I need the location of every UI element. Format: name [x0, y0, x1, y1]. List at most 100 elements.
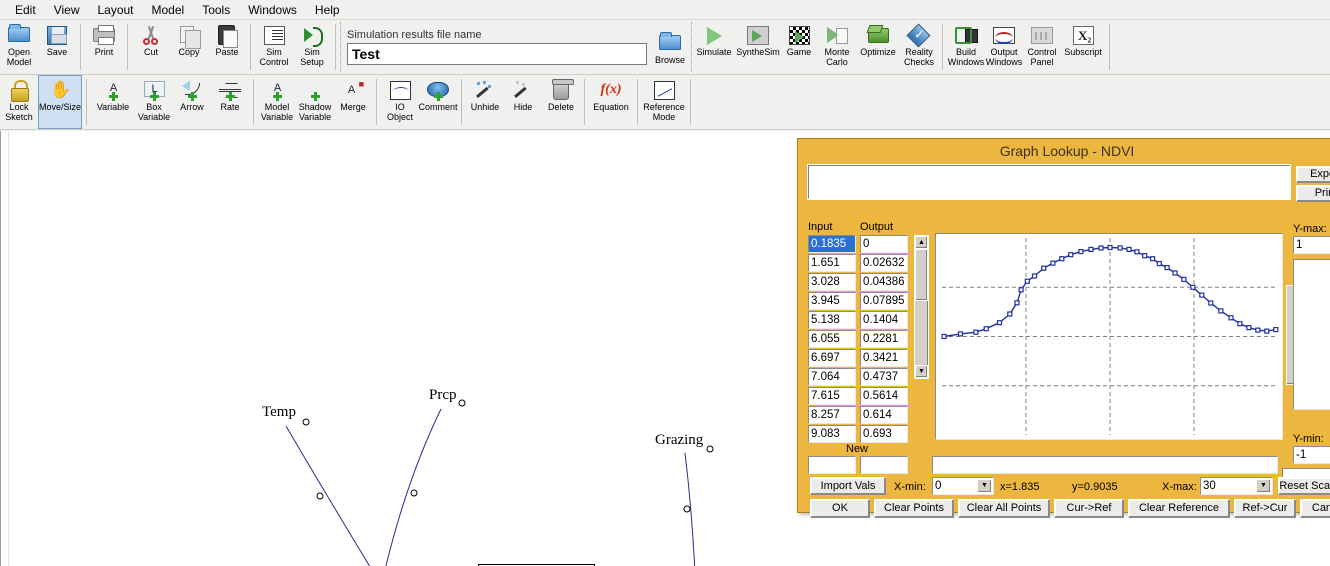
- table-row[interactable]: 7.064: [808, 368, 856, 386]
- data-point[interactable]: [1107, 244, 1113, 251]
- scissors-button[interactable]: Cut: [132, 20, 170, 74]
- table-row[interactable]: 0.2281: [860, 330, 908, 348]
- data-point[interactable]: [1255, 327, 1261, 333]
- chevron-down-icon[interactable]: ▼: [1256, 479, 1271, 493]
- menu-item-layout[interactable]: Layout: [88, 1, 142, 19]
- print-button[interactable]: Print: [1296, 185, 1330, 202]
- model-variable-button[interactable]: A Model Variable: [258, 75, 296, 129]
- menu-item-edit[interactable]: Edit: [6, 1, 45, 19]
- menu-item-help[interactable]: Help: [306, 1, 349, 19]
- optimize-button[interactable]: Optimize: [856, 20, 900, 74]
- rate-button[interactable]: Rate: [211, 75, 249, 129]
- data-point[interactable]: [1228, 315, 1234, 321]
- variable-label-grazing[interactable]: Grazing: [655, 432, 703, 449]
- data-point[interactable]: [1050, 260, 1056, 266]
- sim-setup-button[interactable]: Sim Setup: [293, 20, 331, 74]
- control-panel-button[interactable]: Control Panel: [1023, 20, 1061, 74]
- ref-to-cur-button[interactable]: Ref->Cur: [1234, 499, 1296, 518]
- y-max-input[interactable]: 1: [1293, 236, 1330, 254]
- data-point[interactable]: [1199, 292, 1205, 298]
- table-row[interactable]: 1.651: [808, 254, 856, 272]
- clear-points-button[interactable]: Clear Points: [874, 499, 954, 518]
- results-file-input[interactable]: [347, 43, 647, 65]
- y-min-input[interactable]: -1: [1293, 446, 1330, 464]
- clear-reference-button[interactable]: Clear Reference: [1128, 499, 1230, 518]
- floppy-disk-button[interactable]: Save: [38, 20, 76, 74]
- io-object-button[interactable]: IO Object: [381, 75, 419, 129]
- hide-button[interactable]: Hide: [504, 75, 542, 129]
- data-point[interactable]: [973, 329, 979, 335]
- table-scrollbar[interactable]: ▲ ▼: [914, 235, 929, 379]
- box-variable-button[interactable]: L Box Variable: [135, 75, 173, 129]
- data-point[interactable]: [1150, 256, 1156, 262]
- data-point[interactable]: [1142, 253, 1148, 259]
- lock-button[interactable]: Lock Sketch: [0, 75, 38, 129]
- data-point[interactable]: [1041, 265, 1047, 271]
- data-point[interactable]: [996, 320, 1003, 326]
- open-folder-button[interactable]: Open Model: [0, 20, 38, 74]
- equation-button[interactable]: f(x) Equation: [589, 75, 633, 129]
- data-point[interactable]: [1117, 245, 1123, 251]
- new-output-field[interactable]: [860, 456, 908, 474]
- table-row[interactable]: 3.945: [808, 292, 856, 310]
- data-point[interactable]: [1068, 252, 1074, 258]
- data-point[interactable]: [1218, 308, 1224, 314]
- variable-label-prcp[interactable]: Prcp: [429, 387, 457, 404]
- delete-button[interactable]: Delete: [542, 75, 580, 129]
- variable-button[interactable]: A Variable: [91, 75, 135, 129]
- equation-field[interactable]: [807, 164, 1291, 200]
- table-row[interactable]: 7.615: [808, 387, 856, 405]
- data-point[interactable]: [983, 326, 989, 332]
- reality-check-button[interactable]: RealityChecks: [900, 20, 938, 74]
- import-vals-button[interactable]: Import Vals: [810, 477, 886, 495]
- data-point[interactable]: [1126, 246, 1132, 252]
- data-point[interactable]: [1264, 328, 1270, 334]
- scroll-up-arrow[interactable]: ▲: [915, 236, 928, 249]
- table-row[interactable]: 0.1404: [860, 311, 908, 329]
- scroll-down-arrow[interactable]: ▼: [915, 365, 928, 378]
- data-point[interactable]: [1246, 324, 1252, 331]
- merge-button[interactable]: A ■ Merge: [334, 75, 372, 129]
- cur-to-ref-button[interactable]: Cur->Ref: [1054, 499, 1124, 518]
- data-point[interactable]: [1156, 261, 1162, 267]
- data-point[interactable]: [1190, 284, 1196, 290]
- build-windows-button[interactable]: Build Windows: [947, 20, 985, 74]
- data-point[interactable]: [1172, 270, 1178, 276]
- data-point[interactable]: [1024, 278, 1030, 284]
- cancel-button[interactable]: Cancel: [1300, 499, 1330, 518]
- table-row[interactable]: 5.138: [808, 311, 856, 329]
- table-row[interactable]: 0.693: [860, 425, 908, 443]
- data-point[interactable]: [941, 333, 947, 340]
- data-point[interactable]: [1181, 276, 1187, 283]
- output-windows-button[interactable]: Output Windows: [985, 20, 1023, 74]
- lookup-graph-plot[interactable]: [935, 233, 1283, 440]
- data-point[interactable]: [957, 331, 964, 337]
- play-button[interactable]: Simulate: [692, 20, 736, 74]
- ok-button[interactable]: OK: [810, 499, 870, 518]
- table-row[interactable]: 0.5614: [860, 387, 908, 405]
- synthesim-button[interactable]: SyntheSim: [736, 20, 780, 74]
- scrollbar-thumb[interactable]: [915, 249, 928, 301]
- x-max-combo[interactable]: 30 ▼: [1200, 477, 1273, 495]
- table-row[interactable]: 8.257: [808, 406, 856, 424]
- hand-button[interactable]: ✋ Move/Size: [38, 75, 82, 129]
- new-input-field[interactable]: [808, 456, 856, 474]
- menu-item-windows[interactable]: Windows: [239, 1, 306, 19]
- reset-scale-button[interactable]: Reset Scale: [1278, 477, 1330, 495]
- data-point[interactable]: [1014, 300, 1020, 306]
- data-point[interactable]: [1078, 249, 1084, 255]
- comment-button[interactable]: Comment: [418, 75, 458, 129]
- data-point[interactable]: [1059, 256, 1065, 262]
- data-point[interactable]: [1134, 249, 1140, 255]
- subscript-button[interactable]: Subscript: [1061, 20, 1105, 74]
- shadow-variable-button[interactable]: Shadow Variable: [296, 75, 334, 129]
- browse-button[interactable]: Browse: [651, 28, 689, 66]
- table-row[interactable]: 0.02632: [860, 254, 908, 272]
- export-button[interactable]: Export: [1296, 166, 1330, 183]
- notes-field[interactable]: [1293, 259, 1330, 410]
- variable-label-temp[interactable]: Temp: [262, 404, 296, 421]
- data-point[interactable]: [1237, 321, 1243, 327]
- unhide-button[interactable]: Unhide: [466, 75, 504, 129]
- data-point[interactable]: [1031, 273, 1038, 279]
- table-row[interactable]: 0.1835: [808, 235, 856, 253]
